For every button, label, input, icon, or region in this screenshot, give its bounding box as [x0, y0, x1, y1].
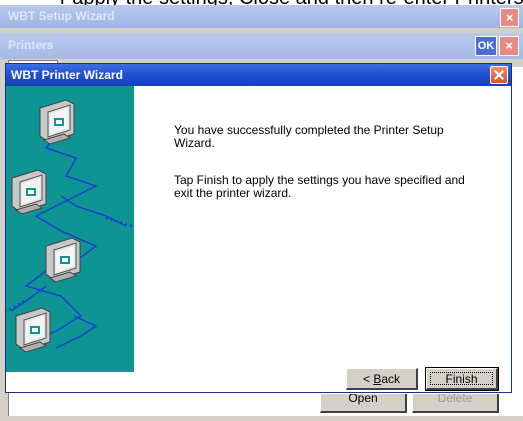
- delete-button[interactable]: Delete: [412, 394, 499, 413]
- setup-wizard-title: WBT Setup Wizard: [8, 9, 115, 23]
- back-button[interactable]: < Back: [346, 368, 418, 390]
- setup-wizard-titlebar: WBT Setup Wizard ×: [0, 5, 523, 28]
- printers-titlebar: Printers OK ×: [0, 33, 523, 59]
- printer-wizard-title: WBT Printer Wizard: [11, 68, 123, 82]
- printer-network-icon: [5, 86, 134, 372]
- finish-button[interactable]: Finish: [425, 367, 499, 391]
- setup-wizard-close-button[interactable]: ×: [500, 8, 519, 27]
- printers-ok-button[interactable]: OK: [475, 36, 497, 56]
- printer-wizard-titlebar: WBT Printer Wizard: [6, 64, 511, 86]
- wizard-completion-message: You have successfully completed the Prin…: [174, 123, 444, 150]
- back-button-prefix: <: [362, 372, 374, 386]
- delete-button-label: Delete: [437, 394, 473, 405]
- printer-wizard-dialog: WBT Printer Wizard You have successfully…: [5, 63, 512, 393]
- open-button-label: Open: [348, 394, 378, 405]
- focus-rectangle: [430, 372, 493, 385]
- wizard-close-button[interactable]: [490, 66, 508, 84]
- printers-title: Printers: [8, 38, 54, 52]
- wizard-finish-instructions: Tap Finish to apply the settings you hav…: [174, 173, 465, 200]
- open-button[interactable]: Open: [320, 394, 407, 413]
- printers-close-button[interactable]: ×: [499, 36, 519, 56]
- back-button-label: ack: [381, 372, 401, 386]
